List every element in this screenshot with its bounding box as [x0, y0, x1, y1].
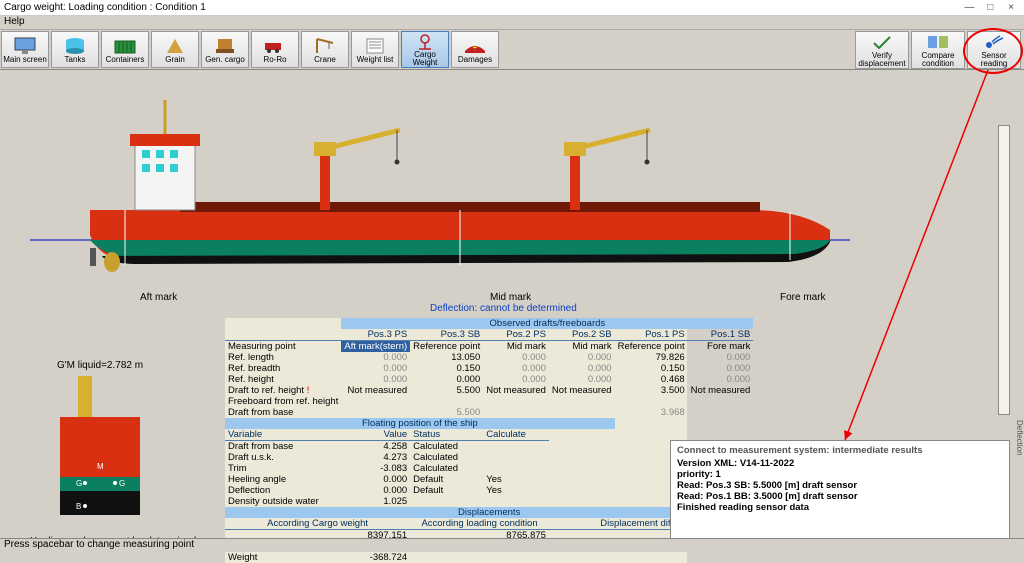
- tool-damages[interactable]: Damages: [451, 31, 499, 68]
- tool-label: Main screen: [3, 56, 47, 64]
- svg-text:M: M: [97, 462, 104, 471]
- toolbar: Main screen Tanks Containers Grain Gen. …: [0, 30, 1024, 70]
- menu-bar: Help: [0, 16, 1024, 30]
- aft-mark-label: Aft mark: [140, 292, 177, 303]
- popup-line: Read: Pos.3 SB: 5.5000 [m] draft sensor: [677, 480, 1003, 491]
- verify-icon: [868, 32, 896, 52]
- row-ref-length[interactable]: Ref. length0.00013.0500.0000.00079.8260.…: [225, 352, 753, 363]
- maximize-icon[interactable]: □: [981, 2, 999, 14]
- tool-label: Damages: [458, 56, 492, 64]
- tool-label: Verify displacement: [856, 52, 908, 68]
- popup-title: Connect to measurement system: intermedi…: [677, 445, 1003, 456]
- ship-profile: [30, 90, 850, 280]
- tool-label: Weight list: [357, 56, 394, 64]
- window-buttons: — □ ×: [960, 2, 1020, 14]
- tool-label: Compare condition: [912, 52, 964, 68]
- table-header-row: Pos.3 PS Pos.3 SB Pos.2 PS Pos.2 SB Pos.…: [225, 329, 753, 341]
- tool-tanks[interactable]: Tanks: [51, 31, 99, 68]
- sensor-icon: [980, 32, 1008, 52]
- popup-line: priority: 1: [677, 469, 1003, 480]
- gm-section-icon: G G M B: [30, 371, 170, 541]
- row-measuring-point[interactable]: Measuring point Aft mark(stern) Referenc…: [225, 341, 753, 353]
- row-freeboard[interactable]: Freeboard from ref. height: [225, 396, 753, 407]
- tool-grain[interactable]: Grain: [151, 31, 199, 68]
- menu-help[interactable]: Help: [4, 16, 25, 27]
- tool-compare-condition[interactable]: Compare condition: [911, 31, 965, 69]
- tool-label: Tanks: [65, 56, 86, 64]
- popup-line: Version XML: V14-11-2022: [677, 458, 1003, 469]
- tool-label: Sensor reading: [968, 52, 1020, 68]
- minimize-icon[interactable]: —: [960, 2, 978, 14]
- fore-mark-label: Fore mark: [780, 292, 826, 303]
- scale-icon: [411, 32, 439, 51]
- row-draft-to-ref[interactable]: Draft to ref. height !Not measured5.500N…: [225, 385, 753, 396]
- row-ref-breadth[interactable]: Ref. breadth0.0000.1500.0000.0000.1500.0…: [225, 363, 753, 374]
- mid-mark-label: Mid mark: [490, 292, 531, 303]
- tool-crane[interactable]: Crane: [301, 31, 349, 68]
- data-panel: Observed drafts/freeboards Pos.3 PS Pos.…: [225, 318, 687, 563]
- tool-label: Ro-Ro: [263, 56, 286, 64]
- tool-roro[interactable]: Ro-Ro: [251, 31, 299, 68]
- gm-liquid-label: G'M liquid=2.782 m: [30, 360, 170, 371]
- tool-main-screen[interactable]: Main screen: [1, 31, 49, 68]
- tool-sensor-reading[interactable]: Sensor reading: [967, 31, 1021, 69]
- deflection-ruler[interactable]: [998, 125, 1010, 415]
- tool-label: Cargo Weight: [402, 51, 448, 67]
- tool-label: Containers: [106, 56, 145, 64]
- svg-text:B: B: [76, 502, 81, 511]
- grain-icon: [161, 36, 189, 56]
- list-icon: [361, 36, 389, 56]
- tool-label: Crane: [314, 56, 336, 64]
- gm-section-view: G'M liquid=2.782 m G G M B: [30, 360, 170, 544]
- deflection-note: Deflection: cannot be determined: [430, 303, 577, 314]
- svg-text:G: G: [76, 479, 82, 488]
- crane-icon: [311, 36, 339, 56]
- corr-row: Weight-368.724: [225, 552, 753, 563]
- popup-line: Finished reading sensor data: [677, 502, 1003, 513]
- popup-line: Read: Pos.1 BB: 3.5000 [m] draft sensor: [677, 491, 1003, 502]
- container-icon: [111, 36, 139, 56]
- tool-cargo-weight[interactable]: Cargo Weight: [401, 31, 449, 68]
- compare-icon: [924, 32, 952, 52]
- monitor-icon: [11, 36, 39, 56]
- toolbar-right: Verify displacement Compare condition Se…: [854, 30, 1022, 70]
- roro-icon: [261, 36, 289, 56]
- float-header-row: VariableValueStatusCalculate: [225, 429, 753, 441]
- deflection-ruler-label: Deflection: [1015, 420, 1024, 456]
- pallet-icon: [211, 36, 239, 56]
- tool-label: Grain: [165, 56, 185, 64]
- title-bar: Cargo weight: Loading condition : Condit…: [0, 0, 1024, 16]
- canvas-area: Aft mark Mid mark Fore mark Deflection: …: [0, 70, 1024, 552]
- status-bar: Press spacebar to change measuring point: [0, 538, 1024, 552]
- observed-header: Observed drafts/freeboards: [341, 318, 753, 329]
- row-ref-height[interactable]: Ref. height0.0000.0000.0000.0000.4680.00…: [225, 374, 753, 385]
- close-icon[interactable]: ×: [1002, 2, 1020, 14]
- status-text: Press spacebar to change measuring point: [4, 539, 194, 550]
- row-draft-from-base: Draft from base5.5003.968: [225, 407, 753, 418]
- tool-gen-cargo[interactable]: Gen. cargo: [201, 31, 249, 68]
- damage-icon: [461, 36, 489, 56]
- sensor-popup: Connect to measurement system: intermedi…: [670, 440, 1010, 550]
- window-title: Cargo weight: Loading condition : Condit…: [4, 2, 960, 13]
- tool-containers[interactable]: Containers: [101, 31, 149, 68]
- tool-label: Gen. cargo: [205, 56, 245, 64]
- tank-icon: [61, 36, 89, 56]
- tool-weight-list[interactable]: Weight list: [351, 31, 399, 68]
- tool-verify-displacement[interactable]: Verify displacement: [855, 31, 909, 69]
- svg-text:G: G: [119, 479, 125, 488]
- floating-header: Floating position of the ship: [225, 418, 615, 429]
